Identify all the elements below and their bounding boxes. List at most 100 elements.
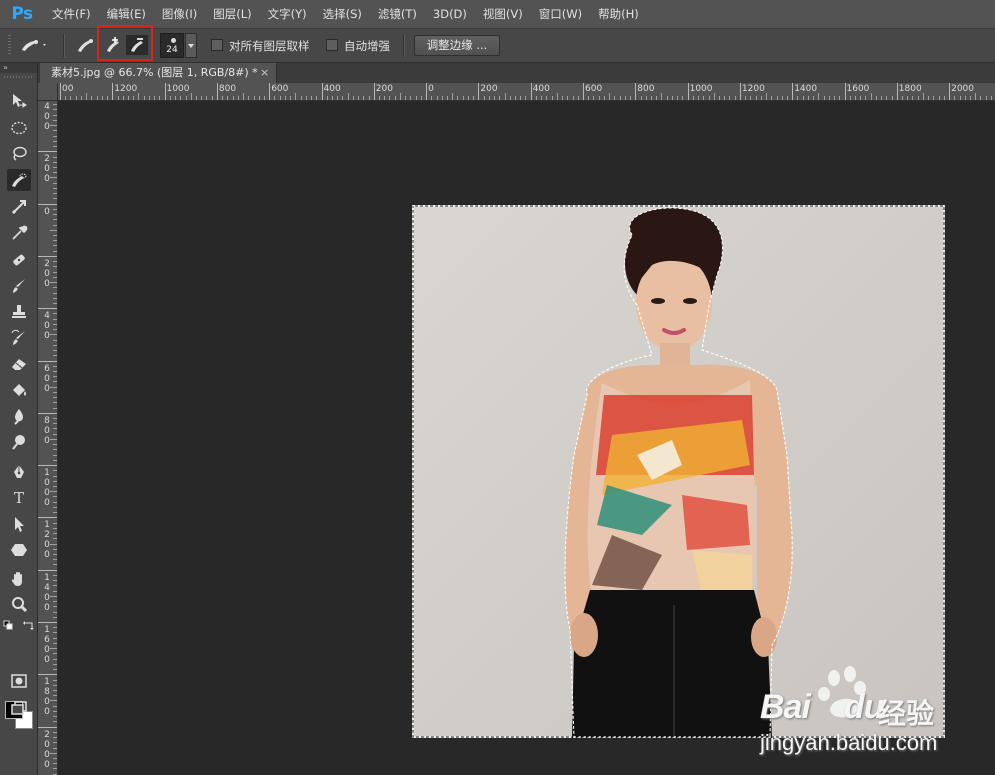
ruler-minor-tick <box>53 684 57 686</box>
ruler-label: 00 <box>62 84 74 94</box>
ruler-minor-tick <box>53 663 57 665</box>
menu-select[interactable]: 选择(S) <box>315 0 370 28</box>
swap-colors-icon[interactable] <box>22 619 36 631</box>
ruler-minor-tick <box>53 705 57 707</box>
hand-icon[interactable] <box>7 568 31 590</box>
ruler-minor-tick <box>53 402 57 404</box>
ruler-minor-tick <box>567 96 569 100</box>
ruler-minor-tick <box>352 96 354 100</box>
new-selection-icon[interactable] <box>74 35 96 55</box>
ruler-label: 400 <box>323 84 341 94</box>
ruler-minor-tick <box>410 96 412 100</box>
sample-all-layers-checkbox[interactable] <box>211 39 223 51</box>
toolbar-grip[interactable] <box>4 76 32 78</box>
ruler-minor-tick <box>619 96 621 100</box>
menu-layer[interactable]: 图层(L) <box>205 0 259 28</box>
pen-icon[interactable] <box>7 461 31 483</box>
watermark-brand: Bai du <box>760 688 884 726</box>
quick-mask-icon[interactable] <box>7 670 31 692</box>
ruler-minor-tick <box>53 669 57 671</box>
toolbar-collapse-icon[interactable]: » <box>0 63 37 73</box>
ruler-minor-tick <box>525 96 527 100</box>
ruler-minor-tick <box>53 695 57 697</box>
ruler-minor-tick <box>91 96 93 100</box>
ruler-tick <box>269 83 271 100</box>
ruler-tick <box>373 83 375 100</box>
ruler-minor-tick <box>331 96 333 100</box>
tool-preset-picker-icon[interactable] <box>18 35 48 55</box>
close-tab-icon[interactable]: × <box>260 63 269 83</box>
ruler-minor-tick <box>457 96 459 100</box>
menu-image[interactable]: 图像(I) <box>154 0 205 28</box>
ruler-minor-tick <box>771 96 773 100</box>
ruler-minor-tick <box>807 96 809 100</box>
brush-size-picker[interactable]: 24 <box>160 33 184 58</box>
ruler-minor-tick <box>290 96 292 100</box>
shape-icon[interactable] <box>7 539 31 561</box>
ruler-minor-tick <box>786 96 788 100</box>
menu-edit[interactable]: 编辑(E) <box>99 0 154 28</box>
ruler-minor-tick <box>53 261 57 263</box>
eyedropper-icon[interactable] <box>7 222 31 244</box>
menu-window[interactable]: 窗口(W) <box>531 0 590 28</box>
ruler-minor-tick <box>891 96 893 100</box>
ruler-minor-tick <box>53 365 57 367</box>
brush-size-value: 24 <box>166 45 178 55</box>
ruler-minor-tick <box>818 93 820 100</box>
ruler-minor-tick <box>53 459 57 461</box>
ruler-minor-tick <box>53 757 57 759</box>
crop-icon[interactable] <box>7 196 31 218</box>
ruler-tick <box>949 83 951 100</box>
horizontal-ruler[interactable]: 00 1200 1000 800 600 400 200 0 200 400 600 800 1000 1… <box>58 83 995 101</box>
ruler-minor-tick <box>243 93 245 100</box>
menu-view[interactable]: 视图(V) <box>475 0 531 28</box>
ruler-minor-tick <box>53 182 57 184</box>
document-tab[interactable]: 素材5.jpg @ 66.7% (图层 1, RGB/8#) * <box>40 63 277 83</box>
path-selection-icon[interactable] <box>7 513 31 535</box>
elliptical-marquee-icon[interactable] <box>7 117 31 139</box>
ruler-minor-tick <box>50 752 57 754</box>
ruler-label: 0 <box>428 84 434 94</box>
refine-edge-button[interactable]: 调整边缘 ... <box>414 35 500 56</box>
ruler-tick <box>38 674 57 676</box>
clone-stamp-icon[interactable] <box>7 301 31 323</box>
history-brush-icon[interactable] <box>7 327 31 349</box>
menu-filter[interactable]: 滤镜(T) <box>370 0 425 28</box>
ruler-minor-tick <box>80 96 82 100</box>
eraser-icon[interactable] <box>7 353 31 375</box>
ruler-origin[interactable] <box>38 83 58 101</box>
paint-bucket-icon[interactable] <box>7 379 31 401</box>
brush-picker-dropdown-icon[interactable] <box>185 33 197 58</box>
ruler-label: 1800 <box>44 677 50 718</box>
ruler-minor-tick <box>127 96 129 100</box>
menu-help[interactable]: 帮助(H) <box>590 0 647 28</box>
dodge-icon[interactable] <box>7 431 31 453</box>
ruler-minor-tick <box>53 716 57 718</box>
menu-type[interactable]: 文字(Y) <box>260 0 315 28</box>
ruler-minor-tick <box>53 470 57 472</box>
ruler-minor-tick <box>854 96 856 100</box>
brush-icon[interactable] <box>7 275 31 297</box>
zoom-icon[interactable] <box>7 594 31 616</box>
ruler-minor-tick <box>970 96 972 100</box>
type-icon[interactable]: T <box>7 487 31 509</box>
auto-enhance-checkbox[interactable] <box>326 39 338 51</box>
screen-mode-icon[interactable] <box>7 697 31 719</box>
ruler-minor-tick <box>886 96 888 100</box>
ruler-minor-tick <box>483 96 485 100</box>
blur-icon[interactable] <box>7 405 31 427</box>
ruler-minor-tick <box>258 96 260 100</box>
quick-selection-icon[interactable] <box>7 169 31 191</box>
default-colors-icon[interactable] <box>2 619 16 631</box>
ruler-label: 200 <box>44 154 50 185</box>
ruler-minor-tick <box>964 96 966 100</box>
vertical-ruler[interactable]: 4002000200400600800100012001400160018002… <box>38 101 58 775</box>
menu-3d[interactable]: 3D(D) <box>425 0 475 28</box>
move-icon[interactable] <box>7 90 31 112</box>
options-bar-grip[interactable] <box>8 35 11 55</box>
ruler-minor-tick <box>928 96 930 100</box>
healing-brush-icon[interactable] <box>7 249 31 271</box>
menu-file[interactable]: 文件(F) <box>44 0 99 28</box>
sample-all-layers-label: 对所有图层取样 <box>229 39 310 53</box>
lasso-icon[interactable] <box>7 143 31 165</box>
